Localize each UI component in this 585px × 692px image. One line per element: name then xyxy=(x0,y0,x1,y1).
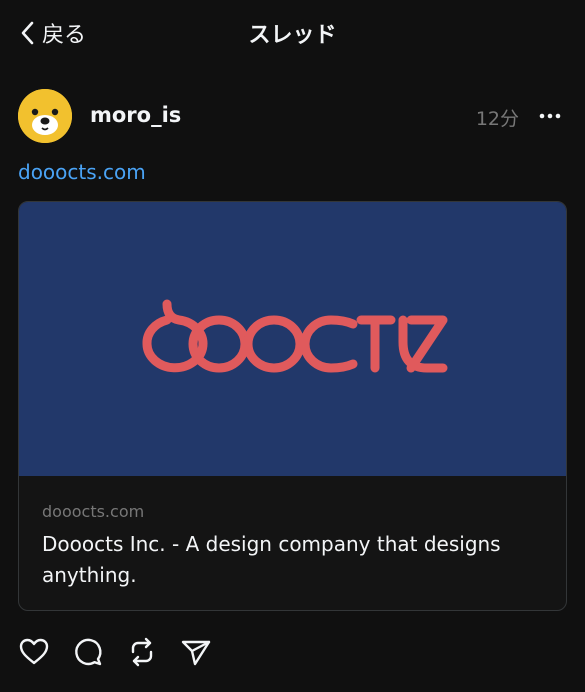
heart-icon xyxy=(19,638,49,665)
link-preview-card[interactable]: dooocts dooo xyxy=(18,201,567,611)
repost-icon xyxy=(131,637,153,667)
comment-icon xyxy=(75,638,102,666)
thread-screen: 戻る スレッド moro_is 12分 dooocts.com dooocts.… xyxy=(0,0,585,692)
like-button[interactable] xyxy=(18,636,50,668)
more-horizontal-icon xyxy=(539,113,561,119)
link-preview-domain: dooocts.com xyxy=(42,502,145,521)
navigation-bar: 戻る スレッド xyxy=(0,0,585,66)
post-header: moro_is 12分 xyxy=(18,89,567,143)
share-button[interactable] xyxy=(180,636,212,668)
post-timestamp: 12分 xyxy=(475,108,519,130)
dooocts-logo: dooocts xyxy=(142,299,448,373)
link-preview-title: Dooocts Inc. - A design company that des… xyxy=(42,532,501,587)
username[interactable]: moro_is xyxy=(90,103,181,127)
repost-button[interactable] xyxy=(126,636,158,668)
avatar[interactable] xyxy=(18,89,72,143)
reply-button[interactable] xyxy=(72,636,104,668)
post-link[interactable]: dooocts.com xyxy=(18,160,146,184)
send-icon xyxy=(181,640,211,666)
page-title: スレッド xyxy=(248,23,337,48)
link-preview-image: dooocts xyxy=(19,202,566,476)
bear-avatar-icon xyxy=(18,89,72,143)
more-button[interactable] xyxy=(539,108,561,124)
